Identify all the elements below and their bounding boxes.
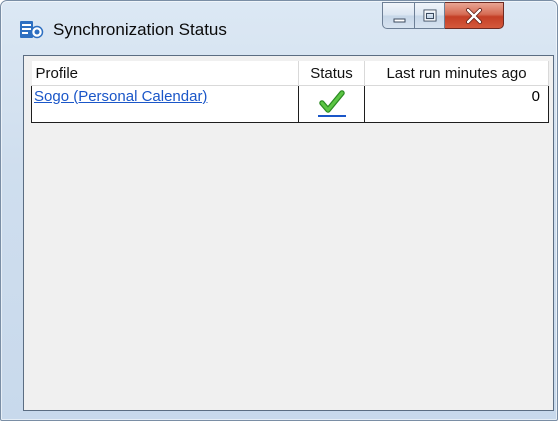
window-title: Synchronization Status bbox=[53, 20, 227, 39]
sync-app-icon[interactable] bbox=[20, 20, 44, 40]
table-row[interactable]: Sogo (Personal Calendar) 0 bbox=[31, 85, 549, 123]
checkmark-icon bbox=[317, 89, 346, 117]
close-icon bbox=[466, 8, 482, 24]
table-header-row: Profile Status Last run minutes ago bbox=[31, 61, 549, 86]
column-header-status[interactable]: Status bbox=[298, 61, 365, 86]
column-header-profile[interactable]: Profile bbox=[31, 61, 299, 86]
minimize-icon bbox=[393, 18, 406, 23]
status-panel: Profile Status Last run minutes ago Sogo… bbox=[23, 55, 554, 411]
profile-link[interactable]: Sogo (Personal Calendar) bbox=[34, 88, 207, 105]
profile-cell: Sogo (Personal Calendar) bbox=[31, 85, 299, 123]
maximize-button[interactable] bbox=[415, 2, 445, 29]
sync-status-window: Synchronization Status Profile Status La… bbox=[0, 0, 558, 421]
column-header-last-run[interactable]: Last run minutes ago bbox=[364, 61, 549, 86]
last-run-cell: 0 bbox=[364, 85, 549, 123]
sync-status-table: Profile Status Last run minutes ago Sogo… bbox=[31, 61, 549, 123]
title-bar[interactable]: Synchronization Status bbox=[1, 1, 557, 49]
status-underline bbox=[317, 115, 346, 117]
maximize-icon bbox=[423, 9, 437, 22]
close-button[interactable] bbox=[445, 2, 504, 29]
minimize-button[interactable] bbox=[382, 2, 415, 29]
status-cell bbox=[298, 85, 365, 123]
caption-buttons bbox=[382, 2, 504, 29]
